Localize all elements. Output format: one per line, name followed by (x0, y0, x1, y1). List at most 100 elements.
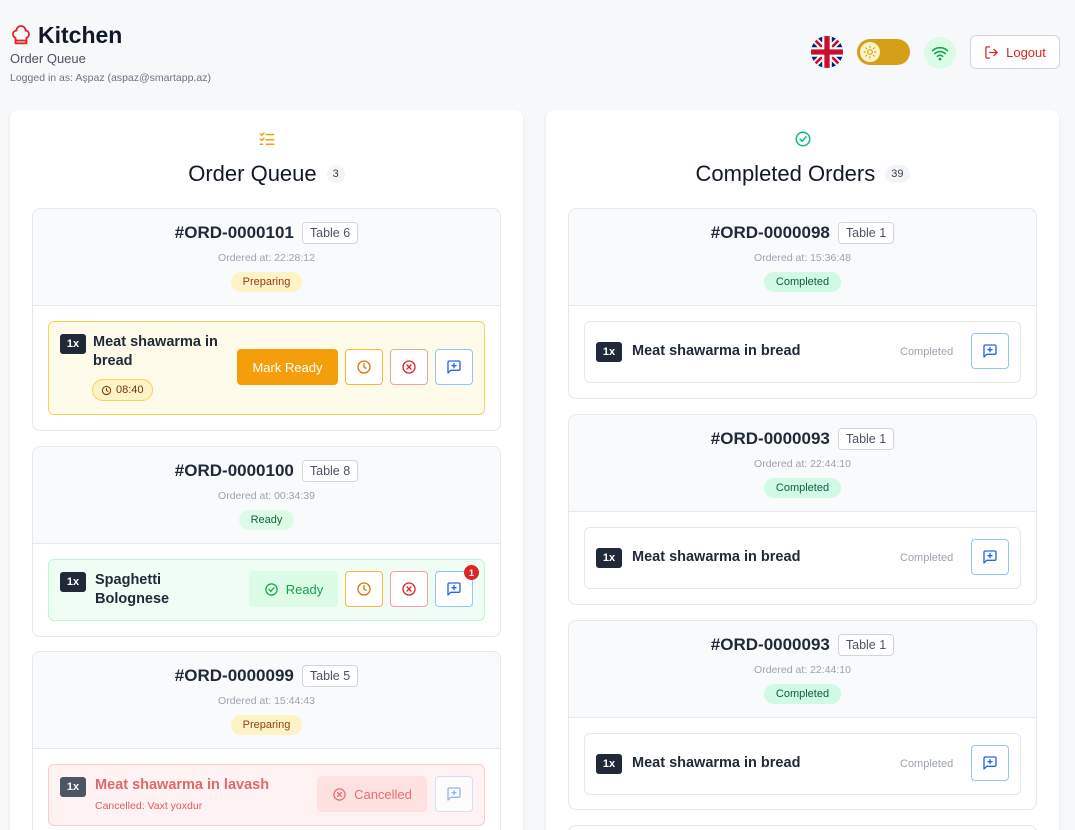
add-note-button[interactable] (971, 539, 1009, 575)
delay-button[interactable] (345, 571, 383, 607)
mark-ready-button[interactable]: Mark Ready (237, 349, 338, 385)
language-switcher[interactable] (811, 36, 843, 68)
add-note-button[interactable] (971, 745, 1009, 781)
item-state: Completed (900, 346, 954, 358)
table-badge: Table 6 (301, 222, 359, 244)
item-name: Meat shawarma in bread (632, 549, 801, 565)
order-item: 1x Spaghetti Bolognese Ready 1 (48, 559, 485, 621)
order-time: Ordered at: 15:44:43 (218, 695, 315, 707)
status-badge: Completed (569, 684, 1036, 704)
order-card-header: #ORD-0000101 Table 6 Ordered at: 22:28:1… (33, 209, 500, 306)
order-queue-panel: Order Queue 3 #ORD-0000101 Table 6 Order… (10, 110, 523, 830)
item-name: Meat shawarma in bread (93, 334, 218, 369)
item-quantity: 1x (60, 572, 86, 592)
completed-orders-title: Completed Orders (695, 161, 876, 186)
status-badge: Preparing (33, 715, 500, 735)
order-item: 1x Meat shawarma in bread 08:40 Mark Rea… (48, 321, 485, 415)
page-title: Kitchen (38, 22, 123, 48)
cancel-reason: Cancelled: Vaxt yoxdur (95, 800, 203, 812)
x-circle-icon (332, 787, 347, 802)
order-item: 1x Meat shawarma in bread Completed (584, 733, 1021, 795)
table-badge: Table 8 (301, 460, 359, 482)
delay-button[interactable] (345, 349, 383, 385)
table-badge: Table 1 (837, 428, 895, 450)
completed-orders-panel: Completed Orders 39 #ORD-0000098 Table 1… (546, 110, 1059, 830)
status-badge: Preparing (33, 272, 500, 292)
add-note-button[interactable]: 1 (435, 565, 479, 607)
clock-icon (356, 359, 372, 375)
item-state: Completed (900, 758, 954, 770)
order-card: #ORD-0000098 Table 1 Ordered at: 15:36:4… (568, 208, 1037, 399)
page-subtitle: Order Queue (10, 51, 86, 66)
x-circle-icon (401, 359, 417, 375)
check-circle-icon (546, 130, 1059, 148)
cancelled-label: Cancelled (354, 786, 412, 802)
order-card (568, 825, 1037, 830)
cancel-item-button[interactable] (390, 571, 428, 607)
message-plus-icon (446, 359, 462, 375)
add-note-button[interactable] (435, 349, 473, 385)
order-card: #ORD-0000099 Table 5 Ordered at: 15:44:4… (32, 651, 501, 830)
logout-button[interactable]: Logout (970, 35, 1060, 69)
table-badge: Table 1 (837, 222, 895, 244)
item-quantity: 1x (60, 777, 86, 797)
order-item: 1x Meat shawarma in lavash Cancelled: Va… (48, 764, 485, 826)
message-plus-icon (446, 786, 462, 802)
message-plus-icon (982, 343, 998, 359)
uk-flag-icon (811, 36, 843, 68)
order-queue-header: Order Queue 3 (10, 161, 523, 187)
logged-in-user: Logged in as: Aşpaz (aspaz@smartapp.az) (10, 72, 211, 84)
app-header: Kitchen Order Queue Logged in as: Aşpaz … (0, 0, 1075, 100)
connection-status (924, 37, 956, 69)
theme-toggle[interactable] (857, 39, 910, 65)
order-id: #ORD-0000093 (710, 429, 830, 448)
order-id: #ORD-0000101 (174, 223, 294, 242)
order-time: Ordered at: 00:34:39 (218, 490, 315, 502)
order-card: #ORD-0000100 Table 8 Ordered at: 00:34:3… (32, 446, 501, 637)
item-name: Meat shawarma in bread (632, 755, 801, 771)
clock-icon (101, 385, 112, 396)
order-card-header: #ORD-0000093 Table 1 Ordered at: 22:44:1… (569, 415, 1036, 512)
order-card-header: #ORD-0000093 Table 1 Ordered at: 22:44:1… (569, 621, 1036, 718)
item-name: Spaghetti Bolognese (95, 572, 170, 607)
add-note-button[interactable] (971, 333, 1009, 369)
status-badge: Ready (33, 510, 500, 530)
order-id: #ORD-0000093 (710, 635, 830, 654)
x-circle-icon (401, 581, 417, 597)
table-badge: Table 5 (301, 665, 359, 687)
cancelled-status-button: Cancelled (317, 776, 427, 812)
order-id: #ORD-0000100 (174, 461, 294, 480)
item-timer: 08:40 (92, 379, 153, 401)
order-card-header: #ORD-0000098 Table 1 Ordered at: 15:36:4… (569, 209, 1036, 306)
item-name: Meat shawarma in lavash (95, 777, 270, 793)
message-plus-icon (446, 581, 462, 597)
status-badge: Completed (569, 272, 1036, 292)
logout-label: Logout (1006, 44, 1046, 60)
order-id: #ORD-0000099 (174, 666, 294, 685)
item-quantity: 1x (596, 548, 622, 568)
order-card-header: #ORD-0000100 Table 8 Ordered at: 00:34:3… (33, 447, 500, 544)
table-badge: Table 1 (837, 634, 895, 656)
order-item: 1x Meat shawarma in bread Completed (584, 527, 1021, 589)
item-quantity: 1x (596, 754, 622, 774)
item-quantity: 1x (596, 342, 622, 362)
wifi-icon (931, 44, 949, 62)
item-quantity: 1x (60, 334, 86, 354)
order-card: #ORD-0000101 Table 6 Ordered at: 22:28:1… (32, 208, 501, 431)
ready-status-button[interactable]: Ready (249, 571, 338, 607)
cancel-item-button[interactable] (390, 349, 428, 385)
order-time: Ordered at: 22:44:10 (754, 458, 851, 470)
order-time: Ordered at: 15:36:48 (754, 252, 851, 264)
message-plus-icon (982, 755, 998, 771)
ready-label: Ready (285, 581, 324, 597)
status-badge: Completed (569, 478, 1036, 498)
order-card: #ORD-0000093 Table 1 Ordered at: 22:44:1… (568, 620, 1037, 810)
sun-icon (860, 42, 880, 62)
item-state: Completed (900, 552, 954, 564)
timer-value: 08:40 (116, 384, 144, 396)
order-card: #ORD-0000093 Table 1 Ordered at: 22:44:1… (568, 414, 1037, 605)
order-item: 1x Meat shawarma in bread Completed (584, 321, 1021, 383)
add-note-button[interactable] (435, 776, 473, 812)
check-circle-icon (264, 582, 279, 597)
order-card-header: #ORD-0000099 Table 5 Ordered at: 15:44:4… (33, 652, 500, 749)
